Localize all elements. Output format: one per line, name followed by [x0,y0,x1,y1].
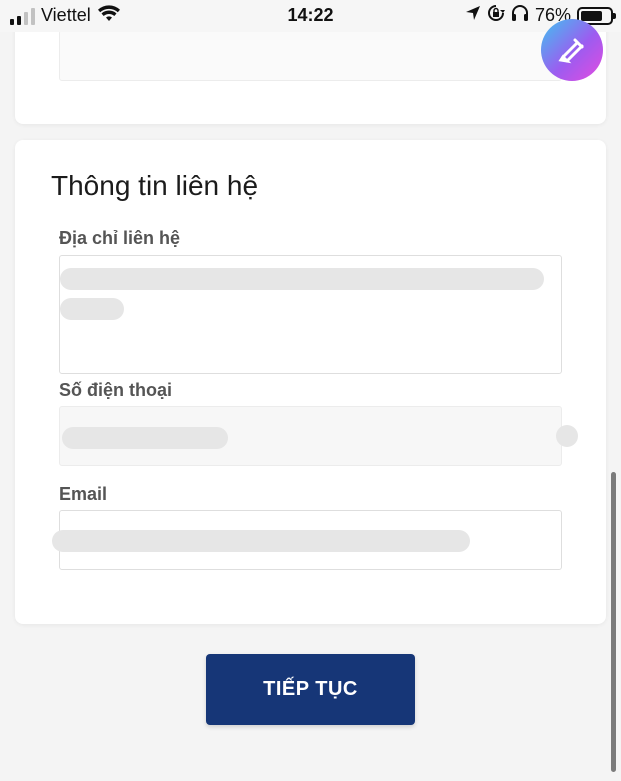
previous-field[interactable] [59,30,562,81]
continue-button[interactable]: TIẾP TỤC [206,654,415,725]
scrollbar[interactable] [611,472,616,772]
page: Thông tin liên hệ Địa chỉ liên hệ Số điệ… [0,0,621,781]
pencil-edit-icon [558,38,584,64]
location-arrow-icon [465,5,481,26]
email-label: Email [59,484,108,504]
status-bar: Viettel 14:22 76% [0,0,621,32]
address-label: Địa chỉ liên hệ [59,228,181,248]
headphones-icon [511,4,529,27]
redacted-text [60,268,544,290]
battery-fill [581,10,603,21]
floating-edit-button[interactable] [541,19,603,81]
redacted-text [52,530,470,552]
phone-field[interactable] [59,406,578,466]
redacted-text [60,298,124,320]
contact-info-card: Thông tin liên hệ Địa chỉ liên hệ Số điệ… [15,140,606,624]
phone-label: Số điện thoại [59,380,173,400]
section-title: Thông tin liên hệ [51,170,259,201]
orientation-lock-icon [487,4,505,27]
redacted-text [62,427,228,449]
address-field[interactable] [59,255,562,374]
email-field[interactable] [52,510,562,570]
previous-section-card [15,20,606,124]
redacted-text [556,425,578,447]
